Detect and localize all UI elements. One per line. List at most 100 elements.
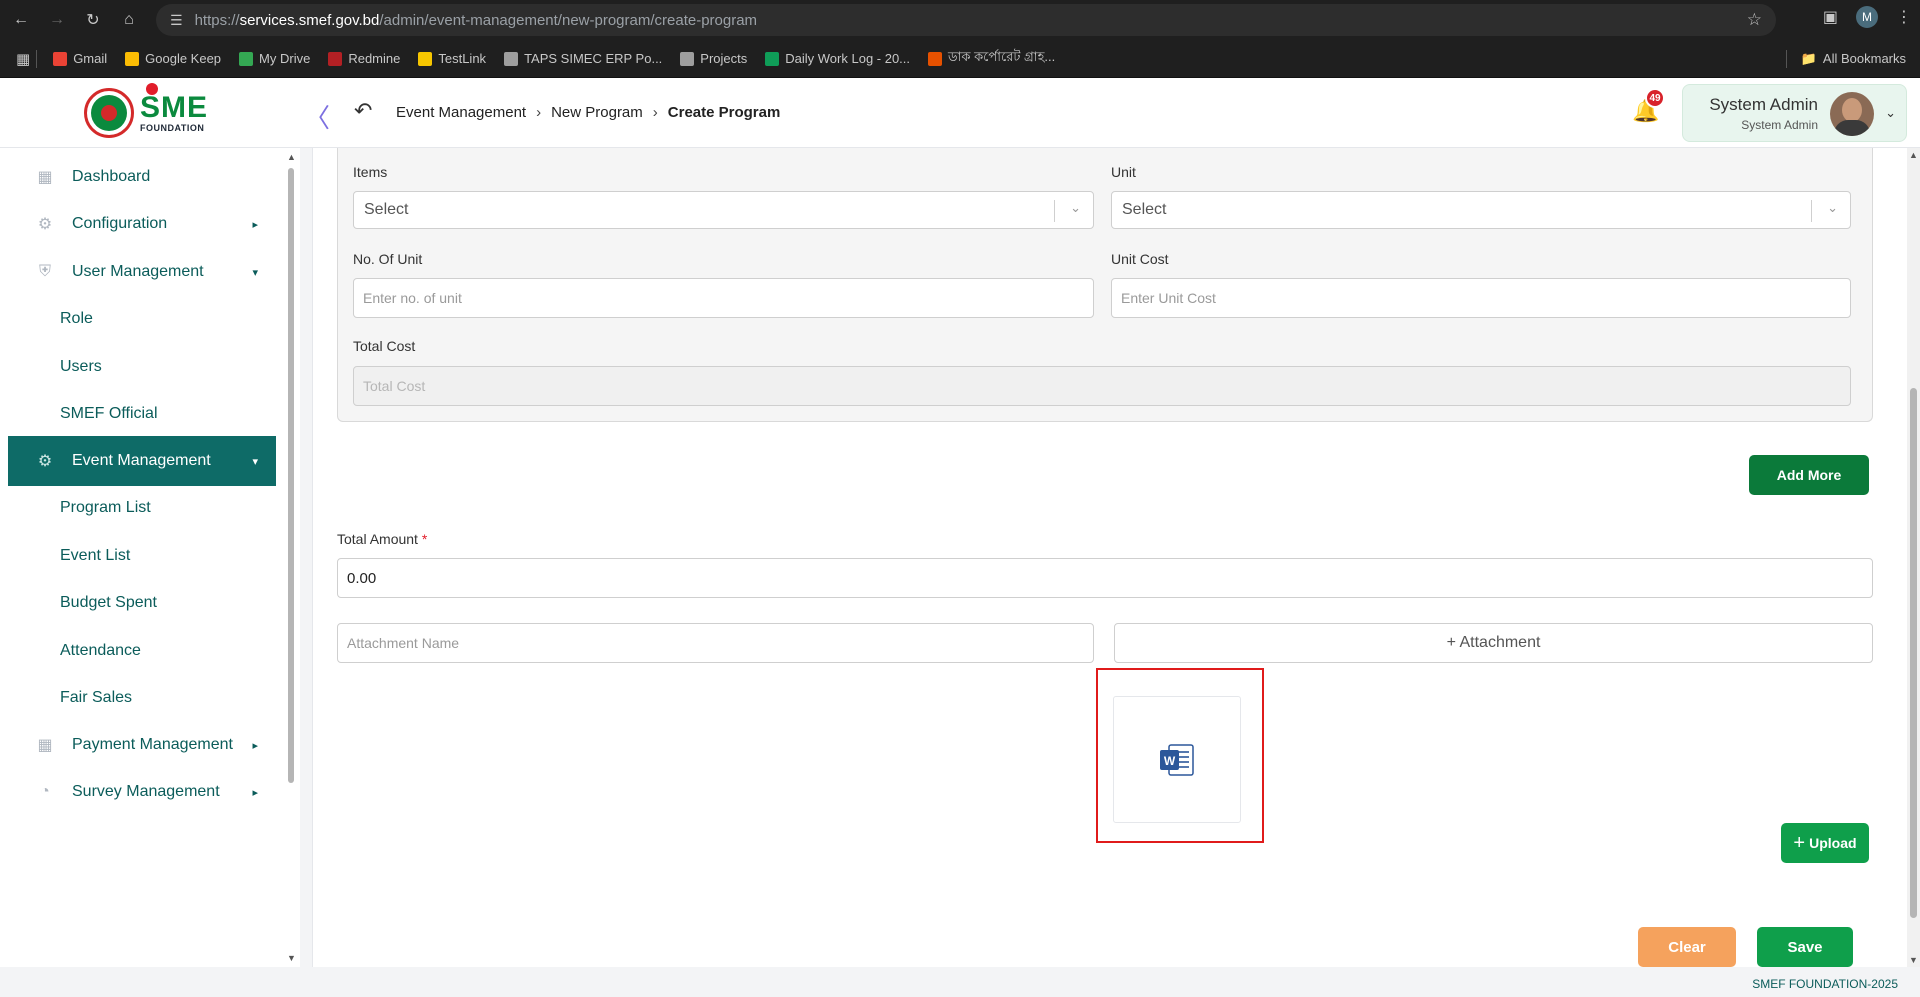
add-more-button[interactable]: Add More bbox=[1749, 455, 1869, 495]
url-path: /admin/event-management/new-program/crea… bbox=[379, 11, 758, 29]
bookmark-favicon-icon bbox=[765, 51, 780, 66]
bookmark-item[interactable]: Gmail bbox=[53, 51, 107, 66]
no-of-unit-input[interactable]: Enter no. of unit bbox=[353, 278, 1094, 318]
breadcrumb-create-program: Create Program bbox=[667, 104, 781, 121]
bookmarks-bar: ▦ Gmail Google Keep My Drive Redmine TestLin… bbox=[0, 40, 1920, 78]
sidebar-item-label: User Management bbox=[72, 263, 204, 280]
chevron-right-icon[interactable]: ▸ bbox=[252, 786, 258, 799]
bookmark-item[interactable]: Daily Work Log - 20... bbox=[765, 51, 910, 66]
bookmark-label: TAPS SIMEC ERP Po... bbox=[524, 51, 663, 66]
bookmark-item[interactable]: Projects bbox=[680, 51, 747, 66]
bookmark-item[interactable]: Google Keep bbox=[125, 51, 221, 66]
all-bookmarks[interactable]: 📁 All Bookmarks bbox=[1785, 49, 1906, 68]
chevron-right-icon[interactable]: ▸ bbox=[252, 218, 258, 231]
sidebar-item-smef-official[interactable]: SMEF Official bbox=[8, 389, 276, 439]
back-arrow-icon[interactable]: ← bbox=[6, 5, 36, 35]
menu-kebab-icon[interactable]: ⋮ bbox=[1896, 7, 1912, 27]
sidebar-item-dashboard[interactable]: ▦ Dashboard bbox=[8, 152, 276, 202]
event-icon: ⚙ bbox=[37, 453, 53, 470]
items-select[interactable]: Select ⌄ bbox=[353, 191, 1094, 229]
chevron-down-icon[interactable]: ⌄ bbox=[1827, 200, 1838, 216]
bookmark-item[interactable]: TestLink bbox=[418, 51, 486, 66]
bookmark-favicon-icon bbox=[418, 51, 433, 66]
bookmark-label: Daily Work Log - 20... bbox=[785, 51, 911, 66]
sidebar-item-payment-management[interactable]: ▦ Payment Management ▸ bbox=[8, 720, 276, 770]
attachment-preview-card[interactable]: W bbox=[1113, 696, 1241, 823]
extensions-icon[interactable]: ▣ bbox=[1823, 7, 1838, 27]
unit-select-value: Select bbox=[1122, 201, 1167, 218]
address-bar[interactable]: ☰ https://services.smef.gov.bd/admin/eve… bbox=[156, 4, 1776, 36]
chevron-right-icon[interactable]: ▸ bbox=[252, 739, 258, 752]
bookmark-label: Gmail bbox=[73, 51, 108, 66]
breadcrumb-new-program[interactable]: New Program bbox=[551, 104, 643, 121]
site-info-icon[interactable]: ☰ bbox=[170, 12, 183, 29]
add-attachment-button[interactable]: + Attachment bbox=[1114, 623, 1873, 663]
bookmark-favicon-icon bbox=[328, 51, 343, 66]
smef-logo[interactable]: SME FOUNDATION bbox=[84, 83, 208, 138]
cost-item-group: Items Select ⌄ Unit Select ⌄ No. Of Unit… bbox=[337, 148, 1873, 422]
profile-avatar[interactable]: M bbox=[1856, 6, 1878, 28]
bookmark-star-icon[interactable]: ☆ bbox=[1747, 10, 1762, 30]
sidebar: ▦ Dashboard ⚙ Configuration ▸ ⛨ User Managemen… bbox=[0, 148, 300, 967]
bookmark-item[interactable]: TAPS SIMEC ERP Po... bbox=[504, 51, 662, 66]
sidebar-item-event-management[interactable]: ⚙ Event Management ▾ bbox=[8, 436, 276, 486]
main-scrollbar[interactable]: ▲ ▼ bbox=[1907, 148, 1920, 967]
bookmark-label: Projects bbox=[700, 51, 748, 66]
scroll-down-icon[interactable]: ▼ bbox=[287, 953, 296, 963]
sidebar-item-budget-spent[interactable]: Budget Spent bbox=[8, 578, 276, 628]
total-amount-input[interactable]: 0.00 bbox=[337, 558, 1873, 598]
save-button[interactable]: Save bbox=[1757, 927, 1853, 967]
main-scroll-thumb[interactable] bbox=[1910, 388, 1917, 918]
back-icon[interactable]: ↶ bbox=[354, 98, 372, 124]
sidebar-item-fair-sales[interactable]: Fair Sales bbox=[8, 673, 276, 723]
bookmark-item[interactable]: ডাক কর্পোরেট গ্রাহ... bbox=[928, 48, 1055, 69]
scroll-up-icon[interactable]: ▲ bbox=[1909, 150, 1918, 160]
unit-cost-input[interactable]: Enter Unit Cost bbox=[1111, 278, 1851, 318]
unit-select[interactable]: Select ⌄ bbox=[1111, 191, 1851, 229]
sidebar-scroll-thumb[interactable] bbox=[288, 168, 294, 783]
user-menu[interactable]: System Admin System Admin ⌄ bbox=[1682, 84, 1907, 142]
sidebar-item-attendance[interactable]: Attendance bbox=[8, 626, 276, 676]
sidebar-item-configuration[interactable]: ⚙ Configuration ▸ bbox=[8, 199, 276, 249]
chevron-down-icon[interactable]: ▾ bbox=[252, 266, 258, 279]
bookmark-item[interactable]: My Drive bbox=[239, 51, 310, 66]
required-asterisk: * bbox=[421, 531, 428, 547]
sidebar-item-role[interactable]: Role bbox=[8, 294, 276, 344]
items-select-value: Select bbox=[364, 201, 409, 218]
home-icon[interactable]: ⌂ bbox=[114, 5, 144, 35]
app-header: SME FOUNDATION 〈 ↶ Event Management › Ne… bbox=[0, 78, 1920, 148]
upload-button[interactable]: + Upload bbox=[1781, 823, 1869, 863]
sidebar-item-survey-management[interactable]: ◔ Survey Management ▸ bbox=[8, 767, 276, 817]
chevron-down-icon[interactable]: ▾ bbox=[252, 455, 258, 468]
chevron-down-icon[interactable]: ⌄ bbox=[1885, 105, 1896, 121]
footer-copyright: SMEF FOUNDATION-2025 bbox=[1752, 977, 1898, 991]
reload-icon[interactable]: ↻ bbox=[78, 5, 108, 35]
chevron-down-icon[interactable]: ⌄ bbox=[1070, 200, 1081, 216]
sidebar-scrollbar[interactable]: ▲ ▼ bbox=[286, 150, 296, 965]
url-host: services.smef.gov.bd bbox=[239, 11, 380, 29]
config-icon: ⚙ bbox=[37, 216, 53, 233]
sidebar-item-program-list[interactable]: Program List bbox=[8, 483, 276, 533]
scroll-up-icon[interactable]: ▲ bbox=[287, 152, 296, 162]
apps-grid-icon[interactable]: ▦ bbox=[16, 50, 30, 68]
user-role: System Admin bbox=[1741, 118, 1818, 132]
scroll-down-icon[interactable]: ▼ bbox=[1909, 955, 1918, 965]
sidebar-item-label: Budget Spent bbox=[60, 594, 157, 611]
plus-icon: + bbox=[1793, 831, 1806, 854]
main-content: Items Select ⌄ Unit Select ⌄ No. Of Unit… bbox=[312, 148, 1907, 967]
unit-cost-label: Unit Cost bbox=[1111, 251, 1169, 267]
attachment-name-input[interactable]: Attachment Name bbox=[337, 623, 1094, 663]
no-of-unit-label: No. Of Unit bbox=[353, 251, 423, 267]
grid-icon: ▦ bbox=[37, 169, 53, 186]
sidebar-item-event-list[interactable]: Event List bbox=[8, 531, 276, 581]
bookmark-item[interactable]: Redmine bbox=[328, 51, 400, 66]
clear-button[interactable]: Clear bbox=[1638, 927, 1736, 967]
bookmark-favicon-icon bbox=[53, 51, 68, 66]
bookmark-label: ডাক কর্পোরেট গ্রাহ... bbox=[948, 49, 1056, 64]
forward-arrow-icon[interactable]: → bbox=[42, 5, 72, 35]
sidebar-collapse-icon[interactable]: 〈 bbox=[304, 98, 330, 135]
sidebar-item-users[interactable]: Users bbox=[8, 342, 276, 392]
sidebar-item-user-management[interactable]: ⛨ User Management ▾ bbox=[8, 247, 276, 297]
breadcrumb-event-management[interactable]: Event Management bbox=[396, 104, 526, 121]
logo-subtitle: FOUNDATION bbox=[140, 123, 205, 133]
